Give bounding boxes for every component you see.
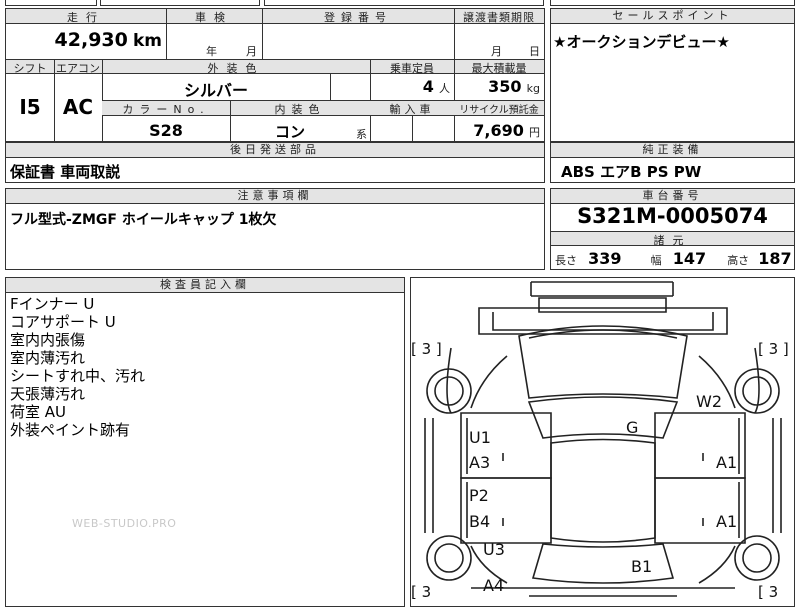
capacity-value: 4 人 bbox=[370, 77, 454, 96]
transfer-deadline-label: 譲渡書類期限 bbox=[463, 11, 535, 24]
interior-color-label: 内装色 bbox=[274, 103, 326, 116]
inspector-label: 検査員記入欄 bbox=[6, 278, 404, 293]
mileage-unit: km bbox=[132, 31, 162, 51]
width-value: 147 bbox=[672, 249, 707, 268]
capacity-number: 4 bbox=[422, 77, 434, 96]
height-value: 187 bbox=[758, 249, 792, 268]
chassis-number: S321M-0005074 bbox=[577, 204, 768, 228]
interior-color-value: コン bbox=[274, 123, 305, 141]
damage-diagram-box: [ 3 ] [ 3 ] [ 3 [ 3 W2 G U1 A3 A1 P2 B4 … bbox=[410, 277, 795, 607]
length-value: 339 bbox=[588, 249, 622, 268]
max-load-value: 350 kg bbox=[454, 77, 544, 96]
dims-label: 諸元 bbox=[653, 234, 692, 247]
damage-a3: A3 bbox=[469, 453, 491, 472]
chassis-box: 車台番号 S321M-0005074 諸元 長さ 339 幅 147 高さ 18… bbox=[550, 188, 795, 270]
damage-w2: W2 bbox=[696, 392, 722, 411]
watermark: WEB-STUDIO.PRO bbox=[72, 517, 177, 530]
damage-u1: U1 bbox=[469, 428, 491, 447]
inspector-line: 天張薄汚れ bbox=[10, 385, 86, 403]
damage-p2: P2 bbox=[469, 486, 489, 505]
max-load-label: 最大積載量 bbox=[471, 62, 527, 75]
color-no-value: S28 bbox=[149, 121, 183, 140]
equipment-value: ABS エアB PS PW bbox=[561, 163, 702, 181]
inspection-label: 車検 bbox=[195, 11, 233, 24]
sales-point-text: ★オークションデビュー★ bbox=[553, 33, 730, 51]
inspection-year: 年 bbox=[206, 45, 217, 58]
inspector-line: 荷室 AU bbox=[10, 403, 67, 421]
recycle-unit: 円 bbox=[529, 126, 540, 139]
tire-mark-top-right: [ 3 ] bbox=[758, 340, 789, 358]
dims-row: 長さ 339 幅 147 高さ 187 bbox=[555, 249, 793, 268]
tire-mark-bottom-left: [ 3 bbox=[411, 583, 432, 601]
later-parts-value: 保証書 車両取説 bbox=[10, 163, 121, 181]
top-strip bbox=[0, 0, 800, 7]
later-parts-box: 後日発送部品 保証書 車両取説 bbox=[5, 142, 545, 183]
notes-box: 注意事項欄 フル型式-ZMGF ホイールキャップ 1枚欠 bbox=[5, 188, 545, 270]
tire-mark-bottom-right: [ 3 bbox=[758, 583, 779, 601]
import-label: 輸入車 bbox=[389, 103, 435, 116]
damage-b1: B1 bbox=[631, 557, 653, 576]
damage-u3: U3 bbox=[483, 540, 505, 559]
aircon-label: エアコン bbox=[56, 62, 100, 75]
damage-a4: A4 bbox=[483, 576, 505, 595]
damage-b4: B4 bbox=[469, 512, 491, 531]
sales-point-label: セールスポイント bbox=[551, 9, 794, 24]
inspection-month: 月 bbox=[246, 45, 257, 58]
shift-value: I5 bbox=[19, 95, 41, 119]
equipment-label: 純正装備 bbox=[551, 143, 794, 158]
tire-mark-top-left: [ 3 ] bbox=[411, 340, 442, 358]
color-no-label: カラーNo. bbox=[122, 103, 210, 116]
width-label: 幅 bbox=[650, 254, 662, 267]
notes-value: フル型式-ZMGF ホイールキャップ 1枚欠 bbox=[10, 212, 277, 228]
recycle-label: リサイクル預託金 bbox=[459, 105, 539, 116]
later-parts-label: 後日発送部品 bbox=[6, 143, 544, 158]
inspector-box: 検査員記入欄 Fインナー U コアサポート U 室内内張傷 室内薄汚れ シートす… bbox=[5, 277, 405, 607]
inspector-line: コアサポート U bbox=[10, 313, 116, 331]
max-load-unit: kg bbox=[526, 82, 540, 95]
length-label: 長さ bbox=[555, 254, 577, 267]
inspector-line: 室内薄汚れ bbox=[10, 349, 86, 367]
transfer-day: 日 bbox=[529, 45, 540, 58]
max-load-number: 350 bbox=[488, 77, 522, 96]
recycle-value: 7,690 円 bbox=[454, 121, 544, 140]
exterior-color-value: シルバー bbox=[183, 81, 248, 100]
mileage-value: 42,930 km bbox=[6, 29, 166, 51]
registration-label: 登録番号 bbox=[324, 11, 392, 24]
transfer-month: 月 bbox=[491, 45, 502, 58]
inspector-line: 室内内張傷 bbox=[10, 331, 86, 349]
inspector-line: Fインナー U bbox=[10, 295, 95, 313]
inspector-lines: Fインナー U コアサポート U 室内内張傷 室内薄汚れ シートすれ中、汚れ 天… bbox=[10, 295, 145, 439]
notes-label: 注意事項欄 bbox=[6, 189, 544, 204]
vehicle-info-box: 走行 車検 登録番号 譲渡書類期限 42,930 km 年 月 月 日 シフト … bbox=[5, 8, 545, 143]
shift-label: シフト bbox=[13, 62, 47, 75]
capacity-unit: 人 bbox=[439, 82, 450, 95]
sales-point-box: セールスポイント ★オークションデビュー★ bbox=[550, 8, 795, 142]
damage-a1-mid: A1 bbox=[716, 512, 738, 531]
aircon-value: AC bbox=[62, 95, 94, 119]
equipment-box: 純正装備 ABS エアB PS PW bbox=[550, 142, 795, 183]
recycle-number: 7,690 bbox=[473, 121, 524, 140]
capacity-label: 乗車定員 bbox=[390, 62, 434, 75]
height-label: 高さ bbox=[727, 254, 750, 267]
inspector-line: 外装ペイント跡有 bbox=[10, 421, 131, 439]
interior-color-suffix: 系 bbox=[356, 128, 367, 141]
damage-a1-top: A1 bbox=[716, 453, 738, 472]
mileage-number: 42,930 bbox=[54, 29, 128, 51]
inspector-line: シートすれ中、汚れ bbox=[10, 367, 146, 385]
mileage-label: 走行 bbox=[67, 11, 105, 24]
damage-g: G bbox=[626, 418, 639, 437]
chassis-label: 車台番号 bbox=[551, 189, 794, 204]
